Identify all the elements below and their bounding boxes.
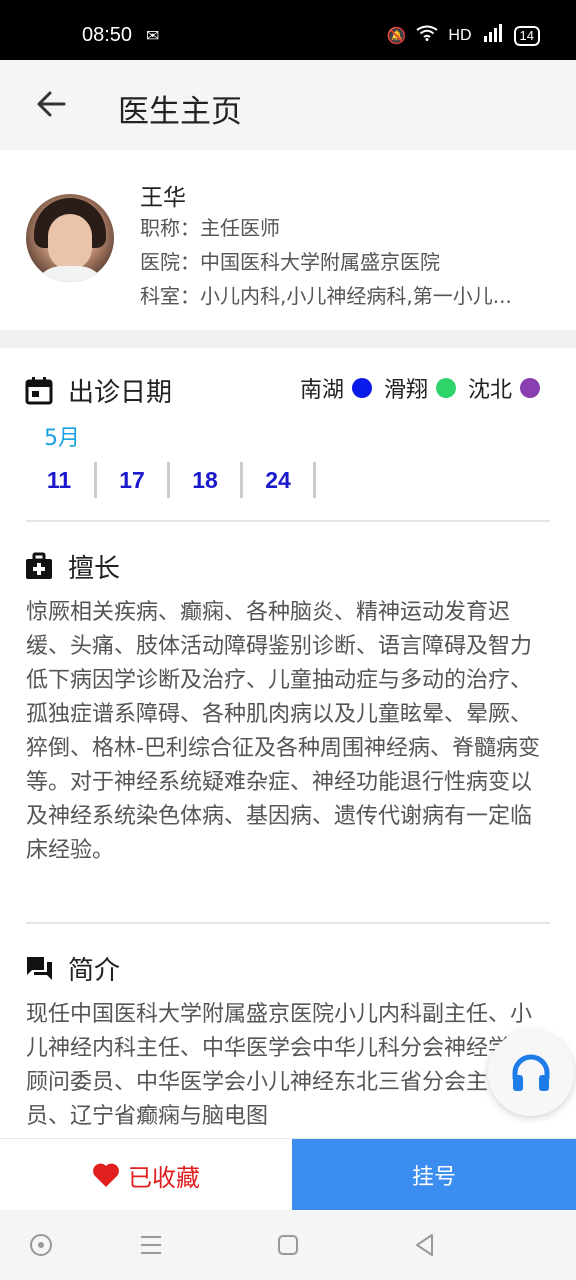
intro-heading: 简介 — [24, 950, 120, 987]
legend-item-huaxiang: 滑翔 — [384, 372, 456, 404]
schedule-title: 出诊日期 — [68, 378, 173, 408]
legend-item-shenbei: 沈北 — [468, 372, 540, 404]
assistant-icon[interactable] — [28, 1232, 54, 1258]
legend-dot — [520, 378, 540, 398]
network-type: HD — [448, 26, 472, 44]
legend-dot — [435, 378, 456, 398]
favorite-button[interactable]: 已收藏 — [0, 1139, 292, 1211]
status-bar: 08:50 ✉ 🔕 HD 14 — [0, 0, 576, 60]
back-nav-icon[interactable] — [412, 1232, 438, 1258]
doctor-profile: 王华 职称：主任医师 医院：中国医科大学附属盛京医院 科室：小儿内科,小儿神经病… — [0, 150, 576, 330]
medical-kit-icon — [26, 552, 52, 579]
legend-label: 沈北 — [467, 378, 512, 403]
chat-bubbles-icon — [26, 956, 52, 980]
page-title: 医生主页 — [118, 94, 242, 130]
legend-label: 南湖 — [299, 378, 344, 403]
specialty-heading: 擅长 — [24, 548, 120, 585]
favorite-label: 已收藏 — [128, 1163, 200, 1192]
doctor-hospital: 医院：中国医科大学附属盛京医院 — [140, 250, 440, 274]
menu-icon[interactable] — [138, 1232, 164, 1258]
intro-text: 现任中国医科大学附属盛京医院小儿内科副主任、小儿神经内科主任、中华医学会中华儿科… — [26, 1002, 533, 1129]
schedule-month: 5月 — [44, 426, 80, 451]
campus-legend: 南湖 滑翔 沈北 — [288, 372, 540, 404]
doctor-title: 职称：主任医师 — [140, 216, 280, 240]
status-indicators: 🔕 HD 14 — [386, 24, 540, 47]
register-button[interactable]: 挂号 — [292, 1139, 576, 1211]
customer-service-button[interactable] — [488, 1030, 574, 1116]
schedule-dates: 11 17 18 24 — [24, 462, 316, 498]
signal-icon — [482, 24, 504, 47]
legend-dot — [351, 378, 372, 398]
date-item[interactable]: 18 — [170, 462, 243, 498]
legend-label: 滑翔 — [383, 378, 428, 403]
wechat-notification-icon: ✉ — [146, 26, 160, 45]
heart-icon — [93, 1163, 119, 1187]
calendar-icon — [25, 376, 53, 404]
divider — [26, 520, 550, 522]
date-item[interactable]: 11 — [24, 462, 97, 498]
doctor-name: 王华 — [140, 185, 186, 211]
headphones-icon — [512, 1054, 550, 1091]
back-button[interactable] — [30, 82, 74, 126]
date-item[interactable]: 24 — [243, 462, 316, 498]
battery-icon: 14 — [513, 25, 540, 46]
wifi-icon — [416, 25, 438, 46]
schedule-heading: 出诊日期 — [24, 372, 172, 409]
register-label: 挂号 — [411, 1165, 456, 1190]
bottom-action-bar: 已收藏 挂号 — [0, 1138, 576, 1211]
specialty-text: 惊厥相关疾病、癫痫、各种脑炎、精神运动发育迟缓、头痛、肢体活动障碍鉴别诊断、语言… — [26, 600, 540, 863]
battery-level: 14 — [519, 27, 534, 43]
legend-item-nanhu: 南湖 — [300, 372, 372, 404]
divider — [26, 922, 550, 924]
doctor-department: 科室：小儿内科,小儿神经病科,第一小儿... — [140, 284, 512, 308]
intro-title: 简介 — [68, 956, 121, 986]
doctor-avatar — [26, 194, 114, 282]
specialty-title: 擅长 — [68, 554, 121, 584]
home-icon[interactable] — [275, 1232, 301, 1258]
system-nav-bar — [0, 1210, 576, 1280]
mute-icon: 🔕 — [386, 27, 407, 45]
section-separator — [0, 330, 576, 348]
arrow-left-icon — [37, 91, 66, 117]
status-time: 08:50 — [82, 24, 133, 46]
date-item[interactable]: 17 — [97, 462, 170, 498]
app-bar: 医生主页 — [0, 60, 576, 150]
